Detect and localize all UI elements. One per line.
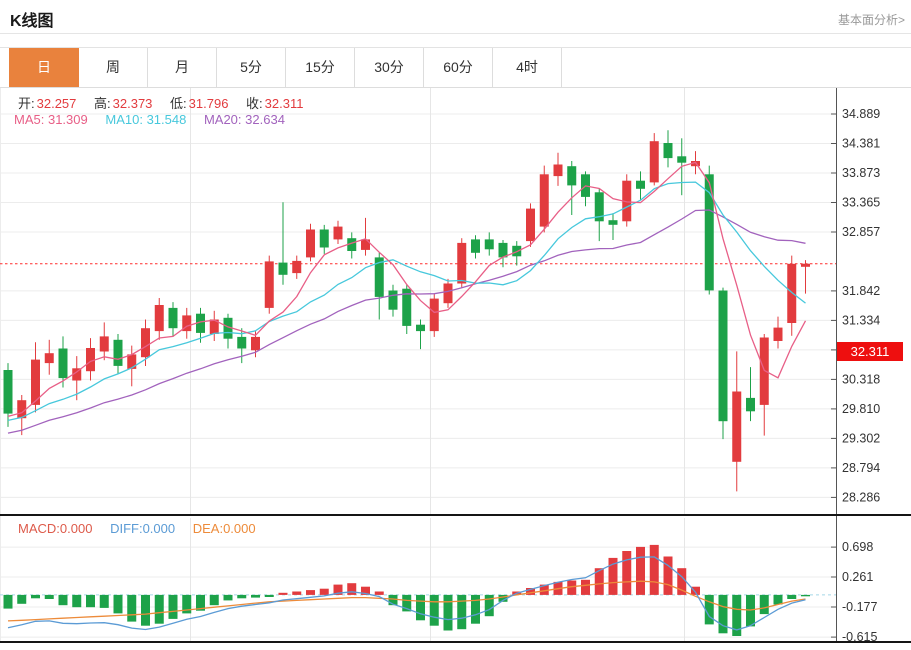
price-axis-label: 29.810 bbox=[842, 402, 880, 416]
page-title: K线图 bbox=[10, 7, 54, 31]
low-label: 低: bbox=[170, 96, 187, 111]
close-label: 收: bbox=[246, 96, 263, 111]
price-axis-label: 28.286 bbox=[842, 490, 880, 504]
macd-axis-label: 0.261 bbox=[842, 570, 873, 584]
price-axis-label: 34.889 bbox=[842, 107, 880, 121]
price-axis-label: 29.302 bbox=[842, 431, 880, 445]
tab-15min[interactable]: 15分 bbox=[286, 48, 355, 87]
macd-legend: MACD:0.000 DIFF:0.000 DEA:0.000 bbox=[18, 521, 270, 536]
price-axis-label: 33.873 bbox=[842, 166, 880, 180]
ma5-legend: MA5: 31.309 bbox=[14, 112, 88, 127]
ma-legend: MA5: 31.309 MA10: 31.548 MA20: 32.634 bbox=[14, 112, 299, 127]
price-axis-label: 34.381 bbox=[842, 137, 880, 151]
dea-value-legend: DEA:0.000 bbox=[193, 521, 256, 536]
open-label: 开: bbox=[18, 96, 35, 111]
kline-chart-area: 34.889 34.381 33.873 33.365 32.857 31.842 31.3… bbox=[0, 88, 911, 645]
price-axis-label: 30.318 bbox=[842, 372, 880, 386]
ma10-legend: MA10: 31.548 bbox=[105, 112, 186, 127]
diff-value-legend: DIFF:0.000 bbox=[110, 521, 175, 536]
tab-month[interactable]: 月 bbox=[148, 48, 217, 87]
macd-axis-label: -0.177 bbox=[842, 600, 877, 614]
tab-5min[interactable]: 5分 bbox=[217, 48, 286, 87]
price-axis-label: 31.842 bbox=[842, 284, 880, 298]
tab-4hour[interactable]: 4时 bbox=[493, 48, 562, 87]
ma20-legend: MA20: 32.634 bbox=[204, 112, 285, 127]
period-tab-bar: 日周月5分15分30分60分4时 bbox=[0, 47, 911, 88]
header-divider bbox=[0, 33, 911, 34]
high-label: 高: bbox=[94, 96, 111, 111]
close-value: 32.311 bbox=[265, 96, 304, 111]
kline-chart-canvas: 34.889 34.381 33.873 33.365 32.857 31.842 31.3… bbox=[0, 88, 911, 645]
tab-week[interactable]: 周 bbox=[79, 48, 148, 87]
main-chart-plot[interactable] bbox=[0, 88, 836, 514]
open-value: 32.257 bbox=[37, 96, 77, 111]
macd-value-legend: MACD:0.000 bbox=[18, 521, 92, 536]
tab-30min[interactable]: 30分 bbox=[355, 48, 424, 87]
ohlc-legend: 开:32.257 高:32.373 低:31.796 收:32.311 bbox=[18, 93, 317, 112]
low-value: 31.796 bbox=[189, 96, 229, 111]
tab-60min[interactable]: 60分 bbox=[424, 48, 493, 87]
current-price-badge: 32.311 bbox=[837, 342, 903, 361]
macd-axis-label: 0.698 bbox=[842, 540, 873, 554]
price-axis-label: 32.857 bbox=[842, 225, 880, 239]
tab-day[interactable]: 日 bbox=[9, 48, 79, 87]
price-axis-label: 28.794 bbox=[842, 461, 880, 475]
high-value: 32.373 bbox=[113, 96, 153, 111]
fundamental-analysis-link[interactable]: 基本面分析> bbox=[838, 11, 905, 28]
price-axis-label: 31.334 bbox=[842, 313, 880, 327]
price-axis-label: 33.365 bbox=[842, 196, 880, 210]
